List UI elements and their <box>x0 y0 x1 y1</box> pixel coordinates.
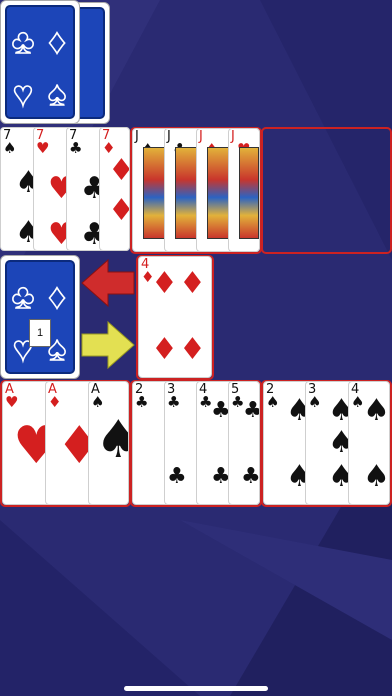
club-icon: ♣ <box>135 393 149 411</box>
diamond-icon: ♦ <box>48 393 62 411</box>
card-j-hearts[interactable]: J ♥ <box>228 128 260 252</box>
club-icon: ♣ <box>241 464 260 489</box>
club-icon: ♣ <box>243 396 259 426</box>
card-back-pattern-icon: ♣ ♦ ♥ ♠ <box>11 277 67 369</box>
spade-icon: ♠ <box>266 393 280 411</box>
deck-card-back[interactable]: ♣ ♦ ♥ ♠ <box>0 0 80 124</box>
spade-icon: ♠ <box>95 414 128 466</box>
spade-icon: ♠ <box>308 393 322 411</box>
card-rank: J <box>167 129 171 144</box>
svg-text:♠: ♠ <box>48 75 66 113</box>
diamond-icon: ♦ <box>151 266 178 301</box>
card-4-diamonds[interactable]: 4 ♦ ♦ ♦ ♦ ♦ <box>138 256 212 378</box>
stock-count-badge: 1 <box>29 319 51 347</box>
meld-frame-empty[interactable] <box>261 127 392 254</box>
diamond-icon: ♦ <box>179 266 206 301</box>
card-back-pattern-icon: ♣ ♦ ♥ ♠ <box>11 22 67 114</box>
spade-icon: ♠ <box>363 393 390 428</box>
club-icon: ♣ <box>167 464 187 489</box>
svg-text:♦: ♦ <box>48 278 65 316</box>
spade-icon: ♠ <box>3 139 17 157</box>
svg-text:♣: ♣ <box>12 278 34 316</box>
diamond-icon: ♦ <box>108 196 129 226</box>
club-icon: ♣ <box>167 393 181 411</box>
card-rank: J <box>199 129 203 144</box>
heart-icon: ♥ <box>5 393 19 411</box>
svg-text:♥: ♥ <box>13 75 33 113</box>
spade-icon: ♠ <box>91 393 105 411</box>
card-5-clubs[interactable]: 5 ♣ ♣ ♣ <box>228 381 260 505</box>
jack-face-icon <box>239 147 259 239</box>
card-a-spades[interactable]: A ♠ ♠ <box>88 381 129 505</box>
discard-arrow-right-icon[interactable] <box>80 320 136 370</box>
draw-arrow-left-icon[interactable] <box>80 258 136 308</box>
card-rank: J <box>135 129 139 144</box>
stock-pile[interactable]: ♣ ♦ ♥ ♠ <box>0 255 80 379</box>
home-indicator[interactable] <box>124 686 268 691</box>
svg-text:♦: ♦ <box>48 23 65 61</box>
card-7-diamonds[interactable]: 7 ♦ ♦ ♦ <box>99 127 130 251</box>
heart-icon: ♥ <box>36 139 50 157</box>
club-icon: ♣ <box>69 139 83 157</box>
spade-icon: ♠ <box>363 459 390 494</box>
diamond-icon: ♦ <box>179 332 206 367</box>
svg-text:♣: ♣ <box>12 23 34 61</box>
diamond-icon: ♦ <box>151 332 178 367</box>
card-4-spades[interactable]: 4 ♠ ♠ ♠ <box>348 381 390 505</box>
diamond-icon: ♦ <box>108 156 129 186</box>
card-rank: J <box>231 129 235 144</box>
